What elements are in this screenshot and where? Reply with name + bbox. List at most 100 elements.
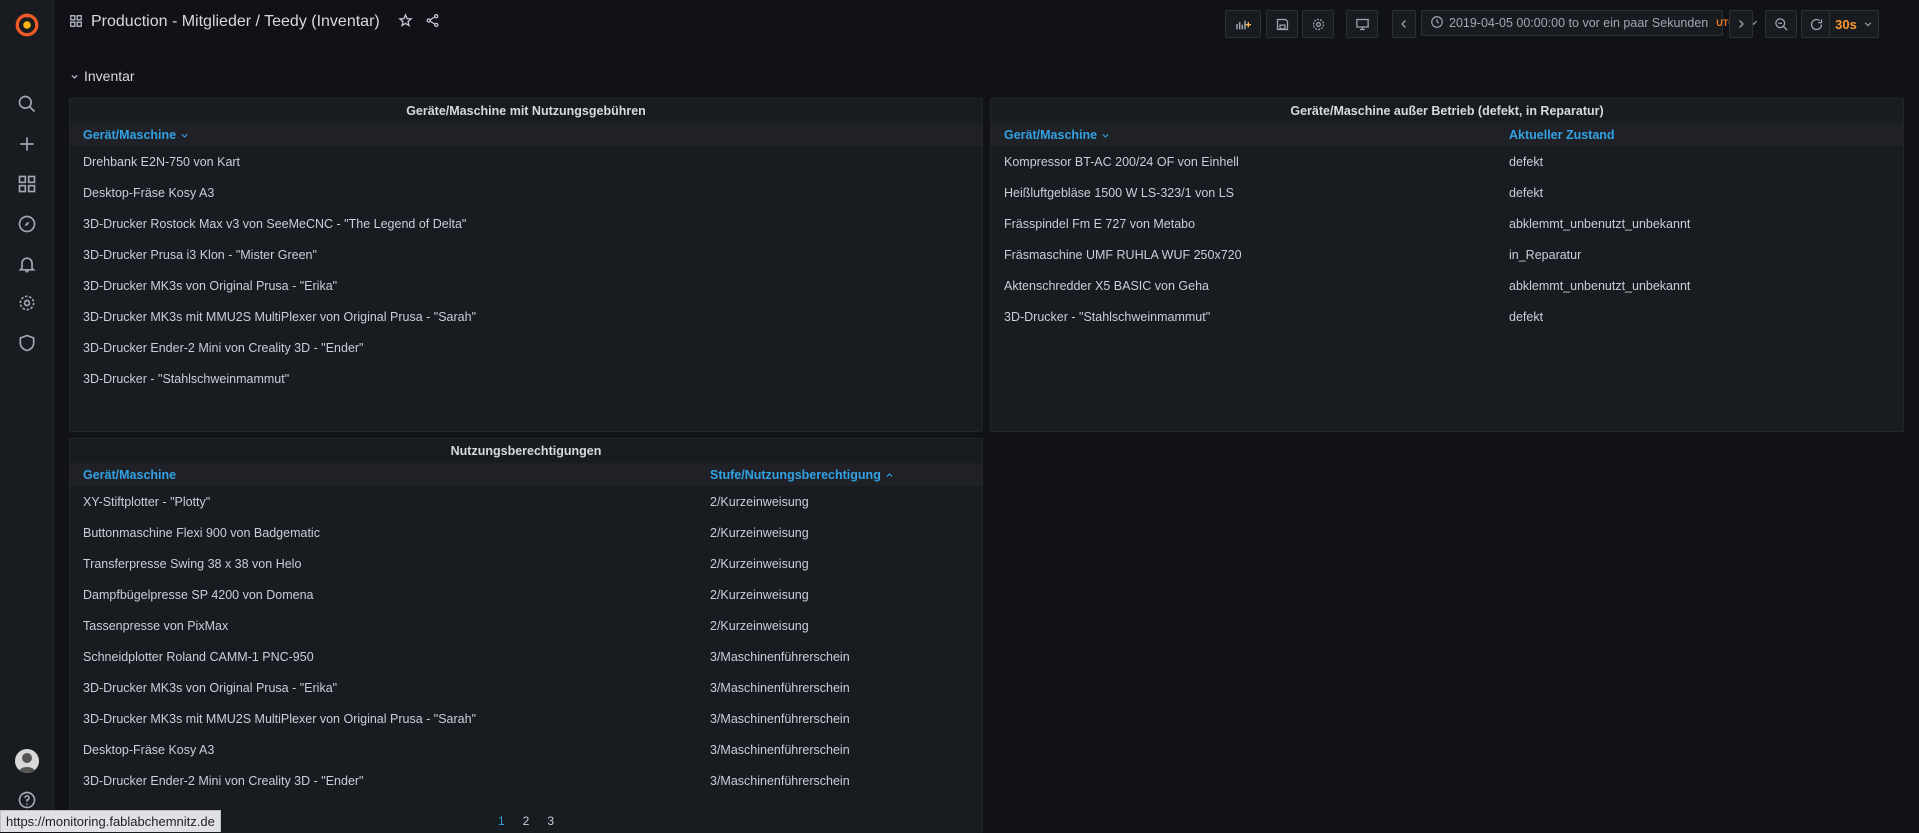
- table-cell: XY-Stiftplotter - "Plotty": [83, 495, 211, 509]
- save-dashboard-button[interactable]: [1266, 10, 1298, 38]
- panel-title[interactable]: Geräte/Maschine außer Betrieb (defekt, i…: [991, 99, 1903, 123]
- top-bar: Production - Mitglieder / Teedy (Inventa…: [53, 0, 1919, 48]
- column-header-label: Stufe/Nutzungsberechtigung: [710, 468, 881, 482]
- column-header-device[interactable]: Gerät/Maschine: [83, 468, 176, 482]
- table-cell: 3/Maschinenführerschein: [710, 774, 850, 788]
- column-header-label: Gerät/Maschine: [83, 468, 177, 482]
- table-row: XY-Stiftplotter - "Plotty" 2/Kurzeinweisu…: [70, 486, 982, 517]
- table-row: 3D-Drucker Ender-2 Mini von Creality 3D …: [70, 765, 982, 796]
- clock-icon: [1430, 15, 1444, 32]
- tv-mode-button[interactable]: [1346, 10, 1378, 38]
- column-header-device[interactable]: Gerät/Maschine: [1004, 128, 1110, 142]
- shield-icon[interactable]: [14, 330, 40, 356]
- table-cell: defekt: [1509, 186, 1544, 200]
- gear-icon[interactable]: [14, 290, 40, 316]
- refresh-button[interactable]: [1801, 10, 1831, 38]
- table-cell: Transferpresse Swing 38 x 38 von Helo: [83, 557, 302, 571]
- table-row: Buttonmaschine Flexi 900 von Badgematic 2…: [70, 517, 982, 548]
- column-header-level[interactable]: Stufe/Nutzungsberechtigung: [710, 468, 894, 482]
- page-2-link[interactable]: 2: [523, 814, 530, 828]
- avatar[interactable]: [15, 749, 39, 773]
- table-cell: abklemmt_unbenutzt_unbekannt: [1509, 279, 1691, 293]
- column-header-label: Aktueller Zustand: [1509, 128, 1615, 142]
- table-cell: defekt: [1509, 155, 1544, 169]
- panel-title[interactable]: Nutzungsberechtigungen: [70, 439, 982, 463]
- table-row: Tassenpresse von PixMax 2/Kurzeinweisung: [70, 610, 982, 641]
- table-cell: in_Reparatur: [1509, 248, 1582, 262]
- time-back-button[interactable]: [1392, 10, 1416, 38]
- table-body: Kompressor BT-AC 200/24 OF von Einhell de…: [991, 146, 1903, 332]
- table-row: Schneidplotter Roland CAMM-1 PNC-950 3/Ma…: [70, 641, 982, 672]
- page-title[interactable]: Production - Mitglieder / Teedy (Inventa…: [91, 13, 380, 31]
- table-cell: 3D-Drucker - "Stahlschweinmammut": [1004, 310, 1211, 324]
- settings-button[interactable]: [1302, 10, 1334, 38]
- share-icon[interactable]: [425, 13, 440, 31]
- table-cell: Desktop-Fräse Kosy A3: [83, 743, 215, 757]
- time-range-picker[interactable]: 2019-04-05 00:00:00 to vor ein paar Seku…: [1421, 10, 1757, 36]
- table-cell: 3D-Drucker Ender-2 Mini von Creality 3D …: [83, 341, 364, 355]
- row-header-inventar[interactable]: Inventar: [70, 68, 135, 84]
- chevron-down-icon: [1863, 17, 1873, 32]
- table-cell: 2/Kurzeinweisung: [710, 495, 809, 509]
- sort-desc-icon: [1102, 133, 1109, 138]
- table-cell: 3D-Drucker MK3s mit MMU2S MultiPlexer vo…: [83, 712, 477, 726]
- refresh-interval-value: 30s: [1835, 16, 1857, 32]
- table-cell: 3/Maschinenführerschein: [710, 712, 850, 726]
- table-row: 3D-Drucker MK3s von Original Prusa - "Er…: [70, 672, 982, 703]
- table-row: Heißluftgebläse 1500 W LS-323/1 von LS de…: [991, 177, 1903, 208]
- table-cell: 3D-Drucker Prusa i3 Klon - "Mister Green…: [83, 248, 317, 262]
- row-title: Inventar: [84, 68, 135, 84]
- column-header-device[interactable]: Gerät/Maschine: [83, 128, 189, 142]
- search-icon[interactable]: [14, 91, 40, 117]
- page-1-link[interactable]: 1: [498, 814, 505, 828]
- table-cell: Drehbank E2N-750 von Kart: [83, 155, 241, 169]
- compass-icon[interactable]: [14, 211, 40, 237]
- table-row: 3D-Drucker MK3s mit MMU2S MultiPlexer vo…: [70, 301, 982, 332]
- table-cell: Desktop-Fräse Kosy A3: [83, 186, 215, 200]
- table-row: 3D-Drucker MK3s von Original Prusa - "Er…: [70, 270, 982, 301]
- dashboards-grid-icon[interactable]: [69, 14, 83, 31]
- table-row: Fräsmaschine UMF RUHLA WUF 250x720 in_Rep…: [991, 239, 1903, 270]
- table-cell: 3D-Drucker MK3s mit MMU2S MultiPlexer vo…: [83, 310, 477, 324]
- table-cell: defekt: [1509, 310, 1544, 324]
- table-row: Kompressor BT-AC 200/24 OF von Einhell de…: [991, 146, 1903, 177]
- bell-icon[interactable]: [14, 251, 40, 277]
- sort-desc-icon: [181, 133, 188, 138]
- table-cell: Kompressor BT-AC 200/24 OF von Einhell: [1004, 155, 1239, 169]
- refresh-interval-picker[interactable]: 30s: [1829, 10, 1879, 38]
- table-row: Desktop-Fräse Kosy A3 3/Maschinenführersc…: [70, 734, 982, 765]
- table-cell: 3D-Drucker MK3s von Original Prusa - "Er…: [83, 681, 338, 695]
- table-cell: Frässpindel Fm E 727 von Metabo: [1004, 217, 1196, 231]
- table-row: Transferpresse Swing 38 x 38 von Helo 2/K…: [70, 548, 982, 579]
- table-header: Gerät/Maschine: [70, 123, 982, 146]
- table-cell: 3D-Drucker Rostock Max v3 von SeeMeCNC -…: [83, 217, 467, 231]
- table-row: Dampfbügelpresse SP 4200 von Domena 2/Kur…: [70, 579, 982, 610]
- table-row: 3D-Drucker MK3s mit MMU2S MultiPlexer vo…: [70, 703, 982, 734]
- table-cell: 3D-Drucker MK3s von Original Prusa - "Er…: [83, 279, 338, 293]
- table-cell: 3/Maschinenführerschein: [710, 650, 850, 664]
- add-panel-button[interactable]: [1225, 10, 1261, 38]
- table-cell: Fräsmaschine UMF RUHLA WUF 250x720: [1004, 248, 1242, 262]
- column-header-label: Gerät/Maschine: [1004, 128, 1098, 142]
- plus-icon[interactable]: [14, 131, 40, 157]
- table-row: 3D-Drucker - "Stahlschweinmammut": [70, 363, 982, 394]
- grafana-logo-icon[interactable]: [13, 11, 41, 39]
- column-header-state[interactable]: Aktueller Zustand: [1509, 128, 1615, 142]
- star-icon[interactable]: [398, 13, 413, 31]
- table-cell: 3/Maschinenführerschein: [710, 743, 850, 757]
- sort-asc-icon: [886, 472, 893, 477]
- table-cell: Dampfbügelpresse SP 4200 von Domena: [83, 588, 314, 602]
- table-header: Gerät/Maschine Stufe/Nutzungsberechtigun…: [70, 463, 982, 486]
- column-header-label: Gerät/Maschine: [83, 128, 177, 142]
- table-cell: Schneidplotter Roland CAMM-1 PNC-950: [83, 650, 314, 664]
- chevron-down-icon: [70, 68, 79, 84]
- panel-out-of-service: Geräte/Maschine außer Betrieb (defekt, i…: [990, 98, 1904, 432]
- table-cell: 3D-Drucker Ender-2 Mini von Creality 3D …: [83, 774, 364, 788]
- dashboards-icon[interactable]: [14, 171, 40, 197]
- table-body: Drehbank E2N-750 von Kart Desktop-Fräse …: [70, 146, 982, 394]
- time-forward-button[interactable]: [1729, 10, 1753, 38]
- panel-title[interactable]: Geräte/Maschine mit Nutzungsgebühren: [70, 99, 982, 123]
- zoom-out-button[interactable]: [1765, 10, 1797, 38]
- table-cell: 2/Kurzeinweisung: [710, 588, 809, 602]
- page-3-link[interactable]: 3: [547, 814, 554, 828]
